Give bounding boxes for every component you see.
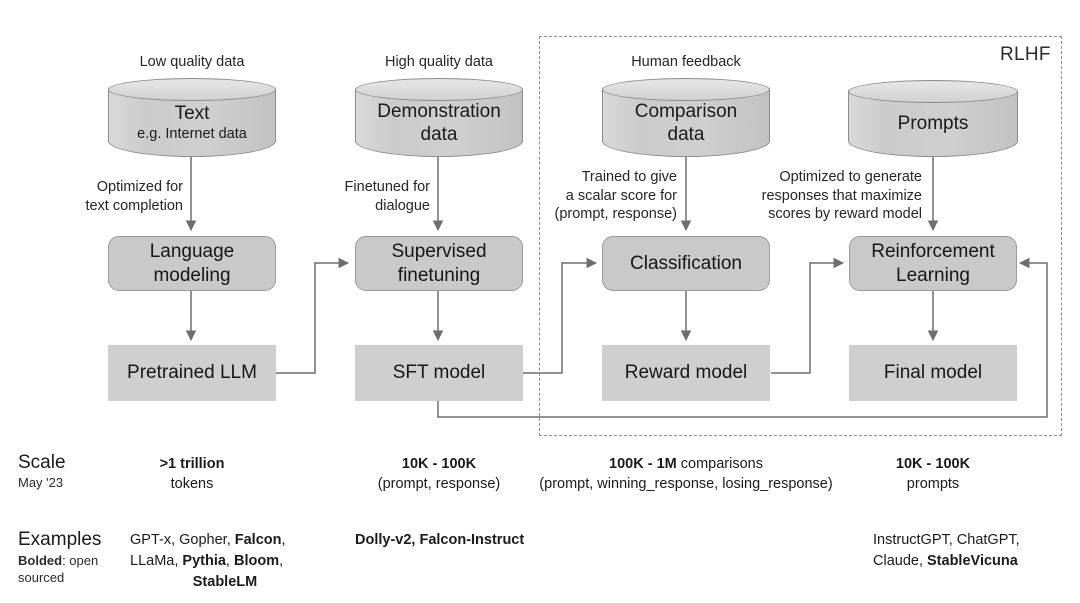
edge-label-trained-to-give-scalar-score: Trained to give a scalar score for (prom…	[554, 169, 678, 222]
caption-low-quality-data: Low quality data	[139, 54, 245, 70]
artifact-reward-model[interactable]: Reward model	[602, 345, 770, 401]
datastore-comparison-subtitle: data	[667, 123, 705, 145]
datastore-comparison-data: Comparison data	[602, 78, 770, 157]
process-language-modeling[interactable]: Language modeling	[108, 236, 276, 291]
examples-row-sublabel-line2: sourced	[18, 570, 65, 585]
scale-cell-sft: 10K - 100K (prompt, response)	[377, 456, 501, 492]
edge-label-finetuned-for-dialogue: Finetuned for dialogue	[344, 179, 430, 214]
examples-cell-rl: InstructGPT, ChatGPT, Claude, StableVicu…	[873, 532, 1020, 569]
scale-cell-rl: 10K - 100K prompts	[895, 456, 971, 492]
datastore-text-subtitle: e.g. Internet data	[137, 126, 247, 142]
process-supervised-finetuning[interactable]: Supervised finetuning	[355, 236, 523, 291]
rlhf-region-label: RLHF	[1000, 44, 1051, 65]
artifact-pretrained-llm[interactable]: Pretrained LLM	[108, 345, 276, 401]
datastore-text: Text e.g. Internet data	[108, 78, 276, 157]
scale-cell-pretraining: >1 trillion tokens	[159, 456, 225, 492]
process-classification[interactable]: Classification	[602, 236, 770, 291]
datastore-prompts: Prompts	[848, 80, 1018, 157]
datastore-text-title: Text	[174, 103, 210, 124]
examples-row-sublabel: Bolded: open	[18, 553, 99, 568]
scale-cell-reward-modeling: 100K - 1M comparisons (prompt, winning_r…	[539, 456, 833, 492]
diagram-canvas: RLHF Low quality data Text e.g. Internet…	[0, 0, 1080, 603]
scale-row-sublabel: May '23	[18, 475, 64, 490]
scale-row-label: Scale	[18, 452, 66, 473]
caption-high-quality-data: High quality data	[384, 54, 493, 70]
datastore-demonstration-data: Demonstration data	[355, 78, 523, 157]
datastore-demo-subtitle: data	[420, 123, 458, 145]
caption-human-feedback: Human feedback	[631, 54, 741, 70]
examples-row-label: Examples	[18, 529, 102, 550]
process-reinforcement-learning[interactable]: Reinforcement Learning	[849, 236, 1017, 291]
datastore-demo-title: Demonstration	[377, 100, 501, 122]
edge-label-optimized-to-generate-responses: Optimized to generate responses that max…	[761, 169, 922, 222]
artifact-final-model[interactable]: Final model	[849, 345, 1017, 401]
datastore-prompts-title: Prompts	[897, 113, 969, 134]
edge-pretrained-llm-to-supervised-finetuning	[276, 257, 350, 374]
edge-label-optimized-for-text-completion: Optimized for text completion	[85, 179, 183, 214]
examples-cell-pretraining: GPT-x, Gopher, Falcon, LLaMa, Pythia, Bl…	[130, 532, 286, 590]
artifact-sft-model[interactable]: SFT model	[355, 345, 523, 401]
examples-cell-sft: Dolly-v2, Falcon-Instruct	[355, 532, 525, 548]
datastore-comparison-title: Comparison	[634, 100, 738, 122]
